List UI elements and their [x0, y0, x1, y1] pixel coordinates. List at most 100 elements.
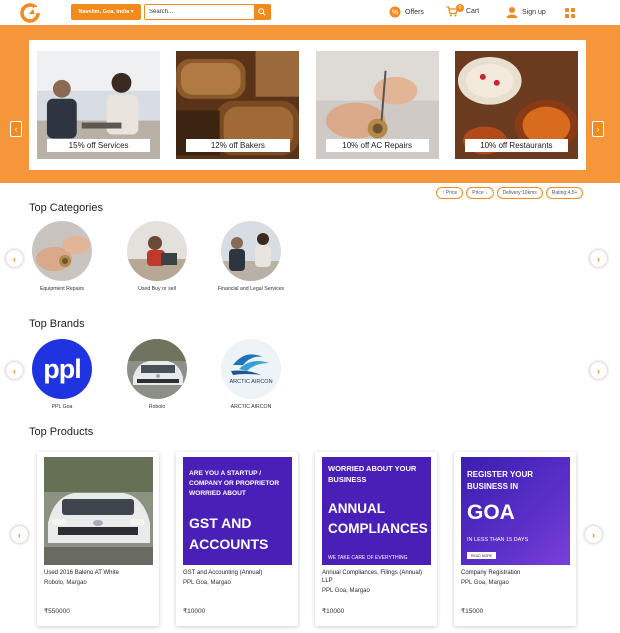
search-button[interactable] — [254, 5, 270, 19]
signup-label: Sign up — [522, 8, 546, 16]
category-label: Equipment Repairs — [39, 286, 85, 292]
brand-label: ARCTIC AIRCON — [230, 404, 272, 410]
categories-next-button[interactable]: › — [590, 250, 607, 267]
site-logo[interactable] — [20, 3, 42, 23]
product-image-caption: WORRIED ABOUT YOUR BUSINESS — [328, 464, 417, 484]
category-image — [221, 221, 281, 281]
top-categories-title: Top Categories — [29, 202, 103, 214]
arctic-aircon-logo-text: ARCTIC AIRCON — [229, 379, 273, 385]
product-name: Company Registration — [461, 570, 521, 576]
cart-link[interactable]: 0 Cart — [446, 4, 480, 17]
filter-price-desc[interactable]: Price ↓ — [466, 187, 494, 199]
hero-promo-carousel: 15% off Services 12% off Bakers 10% off … — [29, 40, 586, 170]
product-price: ₹15000 — [461, 608, 484, 615]
product-image-caption: ARE YOU A STARTUP / COMPANY OR PROPRIETO… — [189, 470, 280, 497]
location-label: Navelim, Goa, India — [78, 9, 130, 15]
top-brands-title: Top Brands — [29, 318, 85, 330]
product-price: ₹10000 — [322, 608, 345, 615]
product-image-footer: WE TAKE CARE OF EVERYTHING — [328, 555, 408, 561]
category-image — [127, 221, 187, 281]
product-card[interactable]: REGISTER YOUR BUSINESS IN GOA IN LESS TH… — [454, 452, 576, 626]
chevron-left-icon: ‹ — [14, 124, 18, 134]
product-card[interactable]: Used 2016 Baleno AT White Robolo, Margao… — [37, 452, 159, 626]
promo-card-services[interactable]: 15% off Services — [37, 51, 161, 160]
category-label: Financial and Legal Services — [217, 286, 285, 292]
brand-arctic-aircon[interactable]: ARCTIC AIRCON ARCTIC AIRCON — [215, 339, 287, 411]
categories-prev-button[interactable]: ‹ — [6, 250, 23, 267]
product-card[interactable]: ARE YOU A STARTUP / COMPANY OR PROPRIETO… — [176, 452, 298, 626]
product-image: WORRIED ABOUT YOUR BUSINESS ANNUAL COMPL… — [322, 457, 431, 565]
robolo-logo — [127, 339, 187, 399]
promo-label: 10% off Restaurants — [464, 139, 568, 152]
brand-ppl-goa[interactable]: ppl PPL Goa — [26, 339, 98, 411]
location-dropdown[interactable]: Navelim, Goa, India ▾ — [71, 4, 141, 20]
search-input[interactable] — [145, 5, 254, 19]
product-image-headline: GST AND ACCOUNTS — [189, 515, 269, 552]
product-name: Annual Compliances, Filings (Annual) LLP — [322, 570, 423, 584]
product-price: ₹10000 — [183, 608, 206, 615]
chevron-left-icon: ‹ — [13, 253, 16, 264]
chevron-down-icon: ▾ — [129, 9, 134, 15]
category-equipment-repairs[interactable]: Equipment Repairs — [26, 221, 98, 293]
top-navbar: Navelim, Goa, India ▾ % Offers 0 Cart Si… — [0, 0, 620, 25]
category-label: Used Buy or sell — [138, 286, 176, 292]
promo-card-ac-repairs[interactable]: 10% off AC Repairs — [315, 51, 439, 160]
ppl-logo-text: ppl — [43, 354, 82, 384]
search-icon — [258, 8, 266, 16]
product-image-caption: REGISTER YOUR BUSINESS IN — [467, 470, 534, 491]
product-name: Used 2016 Baleno AT White — [44, 570, 119, 576]
cart-count-badge: 0 — [456, 4, 464, 12]
offers-label: Offers — [405, 8, 424, 16]
products-prev-button[interactable]: ‹ — [11, 526, 28, 543]
chevron-left-icon: ‹ — [18, 529, 21, 540]
product-seller: PPL Goa, Margao — [322, 588, 370, 594]
user-icon — [506, 7, 518, 18]
product-seller: PPL Goa, Margao — [183, 580, 231, 586]
product-seller: Robolo, Margao — [44, 580, 87, 586]
offer-badge-icon: % — [389, 6, 401, 18]
product-image — [44, 457, 153, 565]
product-seller: PPL Goa, Margao — [461, 580, 509, 586]
svg-text:%: % — [392, 10, 398, 17]
read-more-badge: READ MORE — [467, 552, 497, 559]
hero-next-button[interactable]: › — [592, 121, 604, 137]
offers-link[interactable]: % Offers — [389, 6, 424, 18]
product-image-headline: ANNUAL COMPLIANCES — [328, 501, 428, 536]
brand-robolo[interactable]: Robolo — [121, 339, 193, 411]
promo-label: 15% off Services — [47, 139, 151, 152]
product-card[interactable]: WORRIED ABOUT YOUR BUSINESS ANNUAL COMPL… — [315, 452, 437, 626]
promo-card-restaurants[interactable]: 10% off Restaurants — [454, 51, 578, 160]
signup-link[interactable]: Sign up — [506, 6, 546, 18]
chevron-left-icon: ‹ — [13, 365, 16, 376]
filter-chips: ↑ Price Price ↓ Delivery:10kms Rating:4.… — [436, 187, 584, 199]
filter-price-asc[interactable]: ↑ Price — [436, 187, 464, 199]
category-image — [32, 221, 92, 281]
apps-grid-icon[interactable] — [565, 8, 575, 18]
promo-label: 12% off Bakers — [186, 139, 290, 152]
product-price: ₹550000 — [44, 608, 70, 615]
product-image: ARE YOU A STARTUP / COMPANY OR PROPRIETO… — [183, 457, 292, 565]
product-image: REGISTER YOUR BUSINESS IN GOA IN LESS TH… — [461, 457, 570, 565]
arctic-aircon-logo: ARCTIC AIRCON — [221, 339, 281, 399]
product-name: GST and Accounting (Annual) — [183, 570, 263, 576]
hero-banner: ‹ 15% off Services 12% off Bakers 10% of… — [0, 25, 620, 183]
filter-rating[interactable]: Rating:4.5+ — [545, 187, 584, 199]
filter-delivery[interactable]: Delivery:10kms — [496, 187, 543, 199]
chevron-right-icon: › — [597, 253, 600, 264]
brands-next-button[interactable]: › — [590, 362, 607, 379]
category-used-buy-sell[interactable]: Used Buy or sell — [121, 221, 193, 293]
brands-prev-button[interactable]: ‹ — [6, 362, 23, 379]
ppl-logo: ppl — [32, 339, 92, 399]
chevron-right-icon: › — [596, 124, 600, 134]
hero-prev-button[interactable]: ‹ — [10, 121, 22, 137]
category-financial-legal[interactable]: Financial and Legal Services — [215, 221, 287, 293]
top-products-title: Top Products — [29, 426, 94, 438]
product-image-headline: GOA — [467, 501, 515, 524]
promo-card-bakers[interactable]: 12% off Bakers — [176, 51, 300, 160]
chevron-right-icon: › — [592, 529, 595, 540]
product-image-footer: IN LESS THAN 15 DAYS — [467, 537, 529, 543]
brand-label: Robolo — [148, 404, 166, 410]
chevron-right-icon: › — [597, 365, 600, 376]
cart-label: Cart — [466, 8, 480, 15]
products-next-button[interactable]: › — [585, 526, 602, 543]
